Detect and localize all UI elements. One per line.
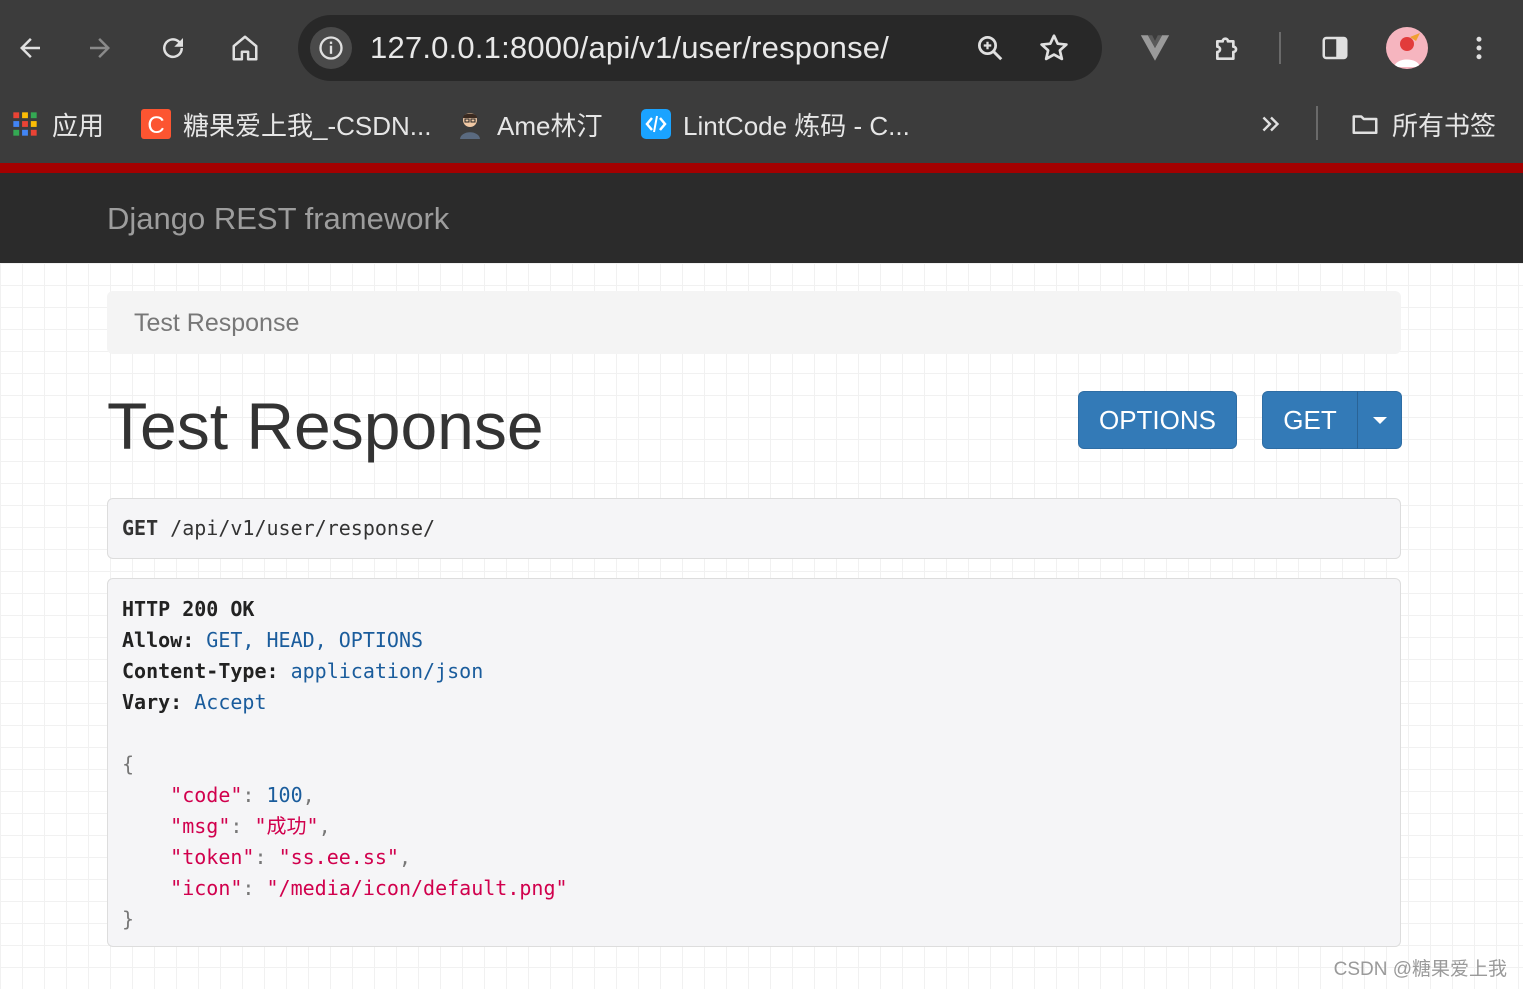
caret-down-icon bbox=[1372, 416, 1387, 424]
breadcrumb-item-active[interactable]: Test Response bbox=[134, 307, 299, 339]
bookmark-star-icon[interactable] bbox=[1037, 31, 1071, 65]
response-status: HTTP 200 OK bbox=[122, 597, 255, 621]
side-panel-icon[interactable] bbox=[1313, 26, 1357, 70]
json-key: "msg" bbox=[170, 814, 231, 838]
browser-menu-icon[interactable] bbox=[1457, 26, 1501, 70]
apps-grid-icon bbox=[10, 109, 40, 139]
bookmark-ame[interactable]: Ame林汀 bbox=[455, 104, 602, 144]
bookmark-lintcode[interactable]: LintCode 炼码 - C... bbox=[641, 104, 910, 144]
drf-navbar: Django REST framework bbox=[0, 173, 1523, 263]
lintcode-logo-icon bbox=[641, 109, 671, 139]
json-key: "token" bbox=[170, 845, 255, 869]
options-button[interactable]: OPTIONS bbox=[1078, 391, 1237, 449]
double-chevron-right-icon bbox=[1256, 109, 1286, 139]
json-key: "code" bbox=[170, 783, 243, 807]
json-value: "ss.ee.ss" bbox=[278, 845, 399, 869]
bookmark-label: Ame林汀 bbox=[497, 110, 603, 141]
profile-avatar[interactable] bbox=[1386, 27, 1428, 69]
json-value: "成功" bbox=[254, 814, 319, 838]
navbar-accent-stripe bbox=[0, 163, 1523, 173]
json-close-brace: } bbox=[122, 907, 135, 931]
folder-icon bbox=[1350, 109, 1380, 139]
svg-text:C: C bbox=[147, 112, 164, 139]
more-bookmarks-button[interactable] bbox=[1256, 104, 1298, 144]
json-value: "/media/icon/default.png" bbox=[266, 876, 568, 900]
all-bookmarks-label: 所有书签 bbox=[1392, 110, 1497, 141]
home-icon bbox=[232, 35, 258, 61]
breadcrumb: Test Response bbox=[107, 291, 1401, 354]
home-button[interactable] bbox=[223, 26, 267, 70]
bookmarks-divider bbox=[1316, 106, 1318, 140]
response-info: HTTP 200 OK Allow: GET, HEAD, OPTIONS Co… bbox=[107, 578, 1401, 947]
zoom-icon[interactable] bbox=[973, 31, 1007, 65]
address-bar[interactable]: 127.0.0.1:8000/api/v1/user/response/ bbox=[298, 15, 1102, 81]
request-info: GET /api/v1/user/response/ bbox=[107, 498, 1401, 559]
browser-toolbar: 127.0.0.1:8000/api/v1/user/response/ bbox=[0, 0, 1523, 96]
json-open-brace: { bbox=[122, 752, 135, 776]
bookmark-csdn[interactable]: C 糖果爱上我_-CSDN... bbox=[141, 104, 431, 144]
bookmarks-bar: 应用 C 糖果爱上我_-CSDN... Ame林汀 LintCode 炼码 - … bbox=[0, 96, 1523, 154]
profile-avatar-icon bbox=[1394, 33, 1420, 67]
header-key: Content-Type: bbox=[122, 659, 279, 683]
navbar-brand[interactable]: Django REST framework bbox=[107, 199, 449, 239]
json-key: "icon" bbox=[170, 876, 243, 900]
json-value: 100 bbox=[266, 783, 303, 807]
csdn-watermark: CSDN @糖果爱上我 bbox=[1333, 959, 1507, 980]
header-key: Allow: bbox=[122, 628, 195, 652]
header-value: application/json bbox=[290, 659, 484, 683]
toolbar-divider bbox=[1279, 32, 1281, 64]
reload-button[interactable] bbox=[151, 26, 195, 70]
get-button[interactable]: GET bbox=[1262, 391, 1358, 449]
bookmark-label: 应用 bbox=[52, 110, 105, 141]
page-content: Test Response Test Response OPTIONS GET … bbox=[0, 263, 1523, 989]
page-title: Test Response bbox=[107, 389, 544, 463]
avatar-icon bbox=[455, 109, 485, 139]
all-bookmarks-button[interactable]: 所有书签 bbox=[1350, 104, 1496, 144]
browser-chrome: 127.0.0.1:8000/api/v1/user/response/ 应用 … bbox=[0, 0, 1523, 163]
header-value: GET, HEAD, OPTIONS bbox=[206, 628, 424, 652]
bookmark-label: 糖果爱上我_-CSDN... bbox=[183, 110, 432, 141]
header-key: Vary: bbox=[122, 690, 183, 714]
header-value: Accept bbox=[194, 690, 267, 714]
request-path: /api/v1/user/response/ bbox=[170, 516, 436, 540]
bookmark-label: LintCode 炼码 - C... bbox=[683, 110, 910, 141]
csdn-logo-icon: C bbox=[141, 109, 171, 139]
site-info-icon[interactable] bbox=[310, 27, 352, 69]
response-content: HTTP 200 OK Allow: GET, HEAD, OPTIONS Co… bbox=[122, 597, 568, 931]
forward-arrow-icon bbox=[90, 38, 110, 58]
request-method: GET bbox=[122, 516, 159, 540]
back-arrow-icon bbox=[20, 38, 40, 58]
forward-button[interactable] bbox=[78, 26, 122, 70]
url-text[interactable]: 127.0.0.1:8000/api/v1/user/response/ bbox=[370, 28, 889, 68]
extensions-puzzle-icon[interactable] bbox=[1206, 26, 1250, 70]
get-format-dropdown-button[interactable] bbox=[1357, 391, 1402, 449]
request-line: GET /api/v1/user/response/ bbox=[122, 514, 435, 542]
reload-icon bbox=[163, 38, 184, 59]
back-button[interactable] bbox=[8, 26, 52, 70]
vue-devtools-extension-icon[interactable] bbox=[1133, 26, 1177, 70]
bookmark-apps[interactable]: 应用 bbox=[10, 104, 104, 144]
